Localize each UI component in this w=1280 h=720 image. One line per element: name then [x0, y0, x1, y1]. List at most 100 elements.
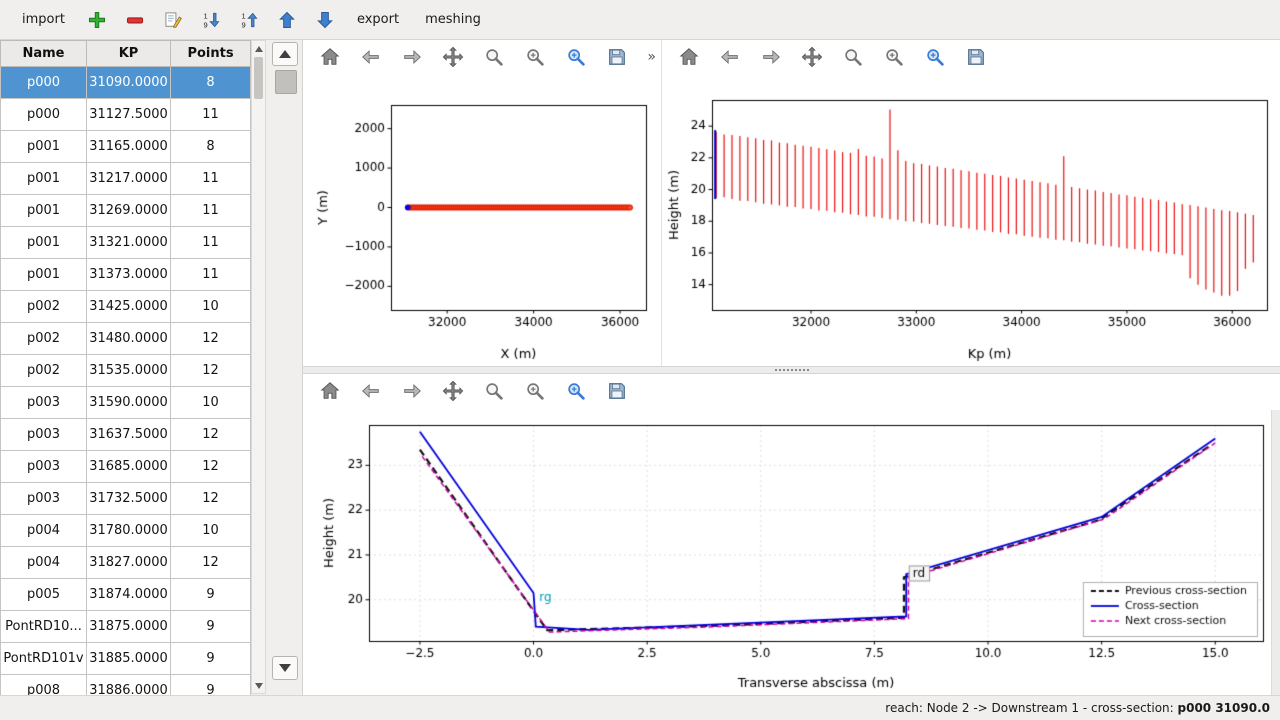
- section-navigator-scrollbar[interactable]: [271, 42, 300, 692]
- table-row[interactable]: p00431780.000010: [1, 515, 251, 547]
- svg-text:1: 1: [203, 11, 207, 20]
- longitudinal-profile-plot[interactable]: [662, 76, 1280, 366]
- export-button[interactable]: export: [349, 12, 407, 27]
- cell-kp: 31685.0000: [87, 451, 171, 483]
- table-row[interactable]: p00131217.000011: [1, 163, 251, 195]
- sort-ascending-button[interactable]: 19: [235, 6, 263, 34]
- column-header-kp[interactable]: KP: [87, 41, 171, 67]
- back-icon: [360, 380, 382, 405]
- cell-points: 12: [171, 355, 251, 387]
- save-button[interactable]: [603, 44, 631, 72]
- back-button[interactable]: [357, 44, 385, 72]
- cross-section-table: Name KP Points p00031090.00008p00031127.…: [0, 40, 251, 720]
- table-row[interactable]: p00531874.00009: [1, 579, 251, 611]
- toolbar-overflow-button[interactable]: »: [647, 49, 656, 65]
- table-row[interactable]: p00031127.500011: [1, 99, 251, 131]
- cell-name: p005: [1, 579, 87, 611]
- table-row[interactable]: p00131165.00008: [1, 131, 251, 163]
- cross-section-plot[interactable]: [303, 410, 1271, 695]
- zoom-in-icon: [524, 380, 546, 405]
- cell-kp: 31217.0000: [87, 163, 171, 195]
- table-row[interactable]: p00331732.500012: [1, 483, 251, 515]
- move-up-button[interactable]: [273, 6, 301, 34]
- zoom-rect-button[interactable]: [921, 44, 949, 72]
- forward-button[interactable]: [757, 44, 785, 72]
- table-row[interactable]: p00231535.000012: [1, 355, 251, 387]
- cell-points: 12: [171, 483, 251, 515]
- pan-button[interactable]: [439, 44, 467, 72]
- table-row[interactable]: PontRD10...31875.00009: [1, 611, 251, 643]
- cross-section-pane: [303, 374, 1280, 695]
- previous-section-button[interactable]: [272, 42, 298, 66]
- next-section-button[interactable]: [272, 656, 298, 680]
- table-row[interactable]: p00331685.000012: [1, 451, 251, 483]
- cell-name: PontRD10...: [1, 611, 87, 643]
- table-scrollbar-thumb[interactable]: [254, 57, 263, 99]
- move-down-button[interactable]: [311, 6, 339, 34]
- table-row[interactable]: p00131269.000011: [1, 195, 251, 227]
- pan-button[interactable]: [439, 378, 467, 406]
- zoom-button[interactable]: [480, 44, 508, 72]
- zoom-button[interactable]: [480, 378, 508, 406]
- cell-kp: 31321.0000: [87, 227, 171, 259]
- column-header-name[interactable]: Name: [1, 41, 87, 67]
- cell-points: 10: [171, 291, 251, 323]
- table-row[interactable]: PontRD101v31885.00009: [1, 643, 251, 675]
- meshing-button[interactable]: meshing: [417, 12, 489, 27]
- edit-section-button[interactable]: [159, 6, 187, 34]
- forward-button[interactable]: [398, 378, 426, 406]
- remove-icon: [125, 10, 145, 30]
- cell-points: 12: [171, 323, 251, 355]
- table-row[interactable]: p00031090.00008: [1, 67, 251, 99]
- cell-points: 11: [171, 195, 251, 227]
- table-row[interactable]: p00331590.000010: [1, 387, 251, 419]
- table-scroll-up-button[interactable]: [252, 42, 265, 55]
- save-button[interactable]: [603, 378, 631, 406]
- pan-icon: [442, 380, 464, 405]
- cell-kp: 31780.0000: [87, 515, 171, 547]
- table-scrollbar[interactable]: [251, 40, 266, 694]
- table-row[interactable]: p00431827.000012: [1, 547, 251, 579]
- remove-section-button[interactable]: [121, 6, 149, 34]
- table-row[interactable]: p00331637.500012: [1, 419, 251, 451]
- add-section-button[interactable]: [83, 6, 111, 34]
- cell-kp: 31827.0000: [87, 547, 171, 579]
- table-row[interactable]: p00131373.000011: [1, 259, 251, 291]
- zoom-rect-button[interactable]: [562, 44, 590, 72]
- cell-kp: 31732.5000: [87, 483, 171, 515]
- pan-icon: [442, 46, 464, 71]
- section-scrollbar-thumb[interactable]: [275, 70, 297, 94]
- profile-toolbar: [662, 40, 1280, 76]
- table-row[interactable]: p00131321.000011: [1, 227, 251, 259]
- cell-name: p003: [1, 387, 87, 419]
- save-button[interactable]: [962, 44, 990, 72]
- cell-kp: 31165.0000: [87, 131, 171, 163]
- table-row[interactable]: p00231480.000012: [1, 323, 251, 355]
- zoom-rect-button[interactable]: [562, 378, 590, 406]
- pan-button[interactable]: [798, 44, 826, 72]
- zoom-in-button[interactable]: [880, 44, 908, 72]
- sort-descending-button[interactable]: 19: [197, 6, 225, 34]
- back-button[interactable]: [357, 378, 385, 406]
- zoom-in-button[interactable]: [521, 44, 549, 72]
- horizontal-splitter[interactable]: [303, 366, 1280, 374]
- home-icon: [319, 380, 341, 405]
- plan-view-plot[interactable]: [303, 76, 661, 366]
- cell-kp: 31127.5000: [87, 99, 171, 131]
- cell-name: p000: [1, 99, 87, 131]
- forward-button[interactable]: [398, 44, 426, 72]
- zoom-in-button[interactable]: [521, 378, 549, 406]
- home-button[interactable]: [316, 378, 344, 406]
- svg-text:9: 9: [203, 20, 207, 29]
- cell-kp: 31590.0000: [87, 387, 171, 419]
- cell-points: 10: [171, 515, 251, 547]
- table-scroll-down-button[interactable]: [252, 679, 265, 692]
- cell-name: PontRD101v: [1, 643, 87, 675]
- home-button[interactable]: [675, 44, 703, 72]
- back-button[interactable]: [716, 44, 744, 72]
- import-button[interactable]: import: [14, 12, 73, 27]
- table-row[interactable]: p00231425.000010: [1, 291, 251, 323]
- zoom-button[interactable]: [839, 44, 867, 72]
- column-header-points[interactable]: Points: [171, 41, 251, 67]
- home-button[interactable]: [316, 44, 344, 72]
